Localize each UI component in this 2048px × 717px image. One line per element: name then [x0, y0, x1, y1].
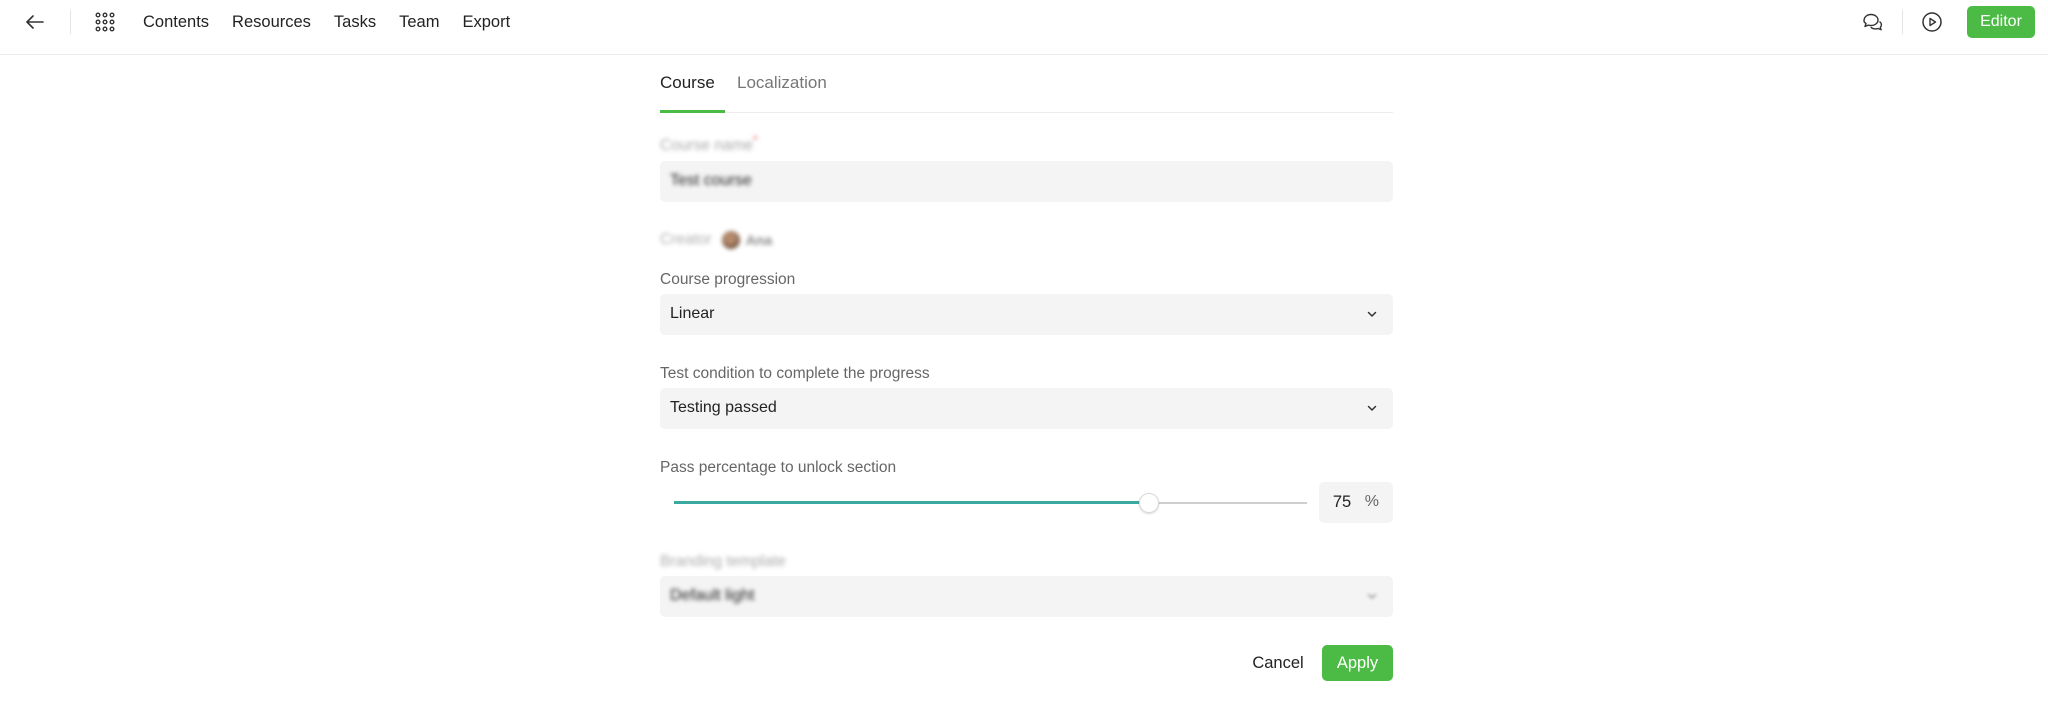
play-circle-icon: [1922, 12, 1942, 32]
divider: [70, 10, 71, 34]
slider-fill: [674, 501, 1149, 504]
pass-percentage-value: 75: [1332, 493, 1352, 511]
active-tab-indicator: [660, 110, 725, 113]
test-condition-select[interactable]: Testing passed: [660, 388, 1393, 429]
course-name-value: Test course: [670, 172, 752, 189]
course-name-label: Course name*: [660, 133, 758, 155]
course-progression-value: Linear: [670, 305, 715, 322]
avatar: [721, 231, 740, 249]
test-condition-label: Test condition to complete the progress: [660, 365, 930, 382]
chevron-down-icon: [1367, 311, 1377, 317]
main-nav: Contents Resources Tasks Team Export: [143, 0, 533, 44]
course-name-label-text: Course name: [660, 137, 754, 154]
settings-tabs: Course Localization: [660, 56, 1393, 113]
nav-contents[interactable]: Contents: [143, 13, 209, 32]
nav-export[interactable]: Export: [462, 13, 510, 32]
chat-bubbles-icon: [1863, 13, 1883, 31]
grid-apps-icon: [95, 12, 115, 32]
course-progression-select[interactable]: Linear: [660, 294, 1393, 335]
divider: [1902, 10, 1903, 34]
editor-button[interactable]: Editor: [1967, 6, 2035, 38]
pass-percentage-label: Pass percentage to unlock section: [660, 459, 897, 476]
branding-template-select[interactable]: Default light: [660, 576, 1393, 617]
creator-label: Creator: [660, 231, 712, 248]
course-progression-label: Course progression: [660, 271, 796, 288]
test-condition-value: Testing passed: [670, 399, 777, 416]
comments-button[interactable]: [1858, 8, 1886, 36]
course-name-field[interactable]: Test course: [660, 161, 1393, 202]
preview-button[interactable]: [1918, 8, 1946, 36]
chevron-down-icon: [1367, 405, 1377, 411]
back-button[interactable]: [20, 10, 50, 34]
creator-row: Creator Ana: [660, 231, 772, 249]
tab-course[interactable]: Course: [660, 73, 715, 93]
apps-menu-button[interactable]: [92, 9, 118, 35]
pass-percentage-input[interactable]: 75 %: [1319, 482, 1393, 523]
branding-template-label: Branding template: [660, 553, 786, 570]
nav-tasks[interactable]: Tasks: [334, 13, 376, 32]
tab-localization[interactable]: Localization: [737, 73, 827, 93]
apply-button[interactable]: Apply: [1322, 645, 1393, 681]
slider-thumb[interactable]: [1138, 493, 1159, 513]
nav-resources[interactable]: Resources: [232, 13, 311, 32]
percent-unit: %: [1364, 493, 1379, 510]
cancel-button[interactable]: Cancel: [1243, 645, 1313, 681]
top-bar: Contents Resources Tasks Team Export Edi…: [0, 0, 2048, 55]
pass-percentage-slider[interactable]: [674, 491, 1307, 515]
creator-name: Ana: [745, 232, 773, 248]
branding-template-value: Default light: [670, 587, 755, 604]
chevron-down-icon: [1367, 593, 1377, 599]
arrow-left-icon: [26, 15, 44, 29]
nav-team[interactable]: Team: [399, 13, 439, 32]
required-mark: *: [753, 133, 758, 147]
